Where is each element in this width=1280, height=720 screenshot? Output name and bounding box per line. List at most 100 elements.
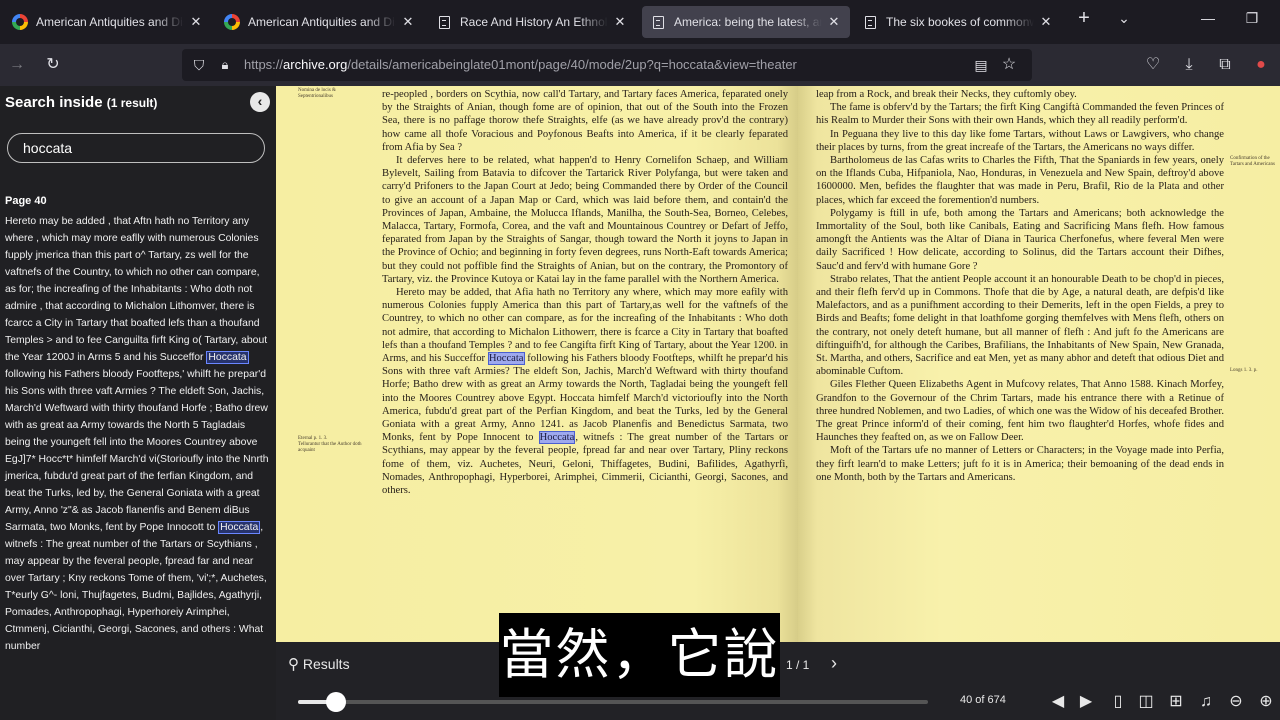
page-paragraph: Giles Flether Queen Elizabeths Agent in … [816, 378, 1224, 444]
book-page-left[interactable]: Nomina de locis & Septentrionalibus Eter… [276, 86, 798, 642]
search-highlight[interactable]: Hoccata [218, 521, 261, 534]
search-input[interactable]: hoccata [7, 133, 265, 163]
tab-list-chevron-icon[interactable]: ⌄ [1112, 10, 1136, 27]
browser-tab-active[interactable]: America: being the latest, an ✕ [642, 6, 850, 38]
url-text[interactable]: https://archive.org/details/americabeing… [244, 57, 797, 72]
document-icon [862, 14, 878, 30]
search-highlight[interactable]: Hoccata [206, 351, 249, 364]
shield-icon[interactable]: ⛉ [188, 54, 210, 76]
page-text: leap from a Rock, and break their Necks,… [816, 88, 1224, 642]
paragraph-text: The fame is obferv'd by the Tartars; the… [816, 102, 1224, 127]
document-icon [436, 14, 452, 30]
address-bar[interactable]: ⛉ 🔒︎ https://archive.org/details/america… [182, 49, 1032, 81]
google-icon [12, 14, 28, 30]
browser-tab[interactable]: American Antiquities and Dis ✕ [4, 6, 212, 38]
zoom-in-icon[interactable]: ⊕ [1254, 690, 1278, 714]
forward-icon[interactable]: → [6, 54, 28, 76]
paragraph-text: Giles Flether Queen Elizabeths Agent in … [816, 379, 1224, 444]
one-page-view-icon[interactable]: ▯ [1106, 690, 1130, 714]
close-tab-icon[interactable]: ✕ [400, 14, 416, 30]
new-tab-icon[interactable]: + [1072, 7, 1096, 30]
video-subtitle: 當然，它說 [499, 613, 780, 697]
page-paragraph: In Peguana they live to this day like fo… [816, 128, 1224, 154]
paragraph-text: It deferves here to be related, what hap… [382, 155, 788, 285]
tab-label: America: being the latest, an [674, 15, 822, 29]
next-result-icon[interactable]: › [831, 653, 837, 674]
page-paragraph: Polygamy is ftill in ufe, both among the… [816, 207, 1224, 273]
page-paragraph: Moft of the Tartars ufe no manner of Let… [816, 444, 1224, 484]
reader-view-icon[interactable]: ▤ [970, 54, 992, 76]
minimize-icon[interactable]: — [1196, 10, 1220, 26]
page-paragraph: Bartholomeus de las Cafas writs to Charl… [816, 154, 1224, 207]
tab-bar: American Antiquities and Dis ✕ American … [0, 0, 1280, 44]
paragraph-text: Moft of the Tartars ufe no manner of Let… [816, 445, 1224, 483]
results-toggle[interactable]: ⚲ Results [288, 655, 350, 673]
paragraph-text: re-peopled , borders on Scythia, now cal… [382, 89, 788, 153]
pocket-icon[interactable]: ♡ [1142, 54, 1164, 76]
close-tab-icon[interactable]: ✕ [826, 14, 842, 30]
margin-note: Nomina de locis & Septentrionalibus [298, 88, 336, 99]
snippet-text: Hereto may be added , that Aftn hath no … [5, 216, 268, 363]
book-page-right[interactable]: leap from a Rock, and break their Necks,… [798, 86, 1280, 642]
page-paragraph: leap from a Rock, and break their Necks,… [816, 88, 1224, 101]
tab-label: American Antiquities and Dis [248, 15, 396, 29]
result-position: 1 / 1 [786, 658, 810, 672]
navigation-bar: → ↻ ⛉ 🔒︎ https://archive.org/details/ame… [0, 44, 1280, 86]
page-text: re-peopled , borders on Scythia, now cal… [382, 88, 788, 642]
snippet-text: , witnefs : The great number of the Tart… [5, 522, 267, 652]
url-domain: archive.org [283, 57, 348, 72]
page-paragraph: Strabo relates, That the antient People … [816, 273, 1224, 379]
tab-label: The six bookes of commonw [886, 15, 1034, 29]
close-tab-icon[interactable]: ✕ [612, 14, 628, 30]
two-page-view-icon[interactable]: ◫ [1134, 690, 1158, 714]
extensions-icon[interactable]: ⧉ [1214, 54, 1236, 76]
page-paragraph: The fame is obferv'd by the Tartars; the… [816, 101, 1224, 127]
browser-tab[interactable]: Race And History An Ethnolo ✕ [428, 6, 636, 38]
thumbnail-view-icon[interactable]: ⊞ [1164, 690, 1188, 714]
zoom-out-icon[interactable]: ⊖ [1224, 690, 1248, 714]
paragraph-text: following his Fathers bloody Footfteps, … [382, 353, 788, 444]
paragraph-text: Strabo relates, That the antient People … [816, 273, 1224, 378]
paragraph-text: Polygamy is ftill in ufe, both among the… [816, 207, 1224, 272]
snippet-text: following his Fathers bloody Footfteps,'… [5, 369, 269, 533]
paragraph-text: In Peguana they live to this day like fo… [816, 128, 1224, 153]
page-paragraph: re-peopled , borders on Scythia, now cal… [382, 88, 788, 154]
result-page-label[interactable]: Page 40 [5, 195, 47, 207]
search-inside-panel: Search inside (1 result) ‹ hoccata Page … [0, 86, 276, 720]
bookmark-star-icon[interactable]: ☆ [998, 54, 1020, 76]
previous-page-icon[interactable]: ◀ [1046, 690, 1070, 714]
url-path: /details/americabeinglate01mont/page/40/… [347, 57, 797, 72]
paragraph-text: Bartholomeus de las Cafas writs to Charl… [816, 155, 1224, 206]
book-reader[interactable]: Nomina de locis & Septentrionalibus Eter… [276, 86, 1280, 642]
next-page-icon[interactable]: ▶ [1074, 690, 1098, 714]
download-icon[interactable]: ⤓ [1178, 54, 1200, 76]
tab-label: Race And History An Ethnolo [460, 15, 608, 29]
tab-label: American Antiquities and Dis [36, 15, 184, 29]
search-result-snippet[interactable]: Hereto may be added , that Aftn hath no … [5, 213, 270, 655]
account-icon[interactable]: ● [1250, 54, 1272, 76]
reload-icon[interactable]: ↻ [42, 54, 64, 76]
browser-tab[interactable]: American Antiquities and Dis ✕ [216, 6, 424, 38]
document-icon [650, 14, 666, 30]
panel-title: Search inside (1 result) [5, 94, 157, 111]
collapse-panel-button[interactable]: ‹ [250, 92, 270, 112]
results-label: Results [302, 656, 350, 672]
lock-icon[interactable]: 🔒︎ [214, 54, 236, 76]
restore-icon[interactable]: ❐ [1240, 10, 1264, 27]
result-count: (1 result) [106, 96, 158, 110]
margin-note: Eternal p. 1. 3. Tellurantur that the Au… [298, 436, 362, 453]
browser-tab[interactable]: The six bookes of commonw ✕ [854, 6, 1062, 38]
page-slider-handle[interactable] [325, 692, 346, 712]
close-tab-icon[interactable]: ✕ [188, 14, 204, 30]
margin-note: Longs 1. 3. p. [1230, 368, 1258, 373]
chevron-left-icon: ‹ [257, 93, 263, 109]
page-slider[interactable] [298, 692, 928, 712]
search-highlight[interactable]: Hoccata [487, 352, 525, 366]
panel-title-text: Search inside [5, 94, 103, 111]
google-icon [224, 14, 240, 30]
close-tab-icon[interactable]: ✕ [1038, 14, 1054, 30]
search-highlight[interactable]: Hoccata [538, 431, 576, 445]
margin-note: Confirmation of the Tartars and American… [1230, 156, 1275, 167]
read-aloud-icon[interactable]: ♫ [1194, 690, 1218, 714]
search-icon: ⚲ [288, 656, 299, 673]
